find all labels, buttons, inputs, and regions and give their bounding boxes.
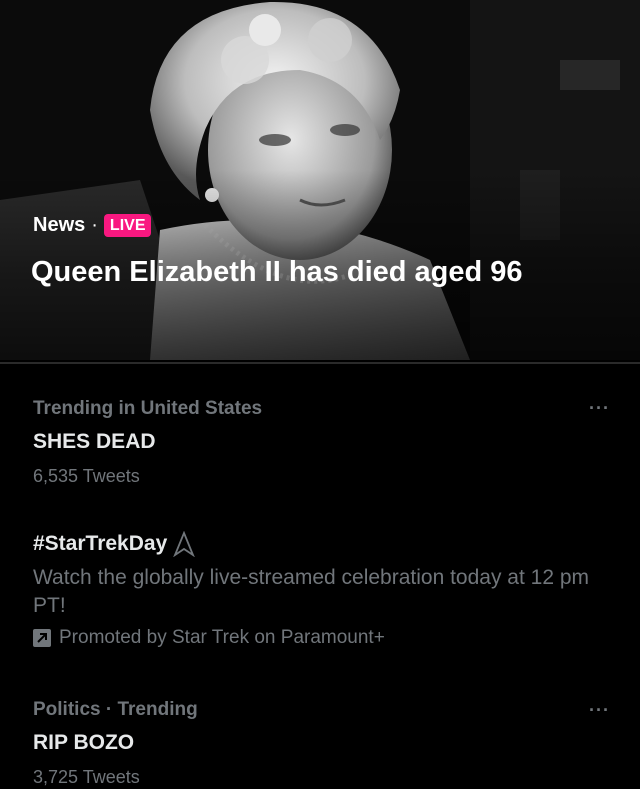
trend-description: Watch the globally live-streamed celebra…	[33, 566, 590, 617]
news-category: News	[33, 214, 86, 236]
tweet-count: 6,535 Tweets	[33, 466, 140, 486]
divider	[0, 362, 640, 364]
more-horizontal-icon[interactable]: ···	[589, 398, 610, 419]
trend-title: SHES DEAD	[33, 430, 156, 453]
promoted-text: Promoted by Star Trek on Paramount+	[59, 627, 385, 648]
trend-context: Politics · Trending	[33, 699, 198, 720]
news-headline[interactable]: Queen Elizabeth II has died aged 96	[31, 254, 591, 291]
more-horizontal-icon[interactable]: ···	[589, 700, 610, 721]
tweet-count: 3,725 Tweets	[33, 767, 140, 787]
star-trek-delta-icon	[173, 531, 196, 557]
promoted-trend-item[interactable]: #StarTrekDay Watch the globally live-str…	[33, 530, 613, 650]
trend-context: Trending in United States	[33, 398, 263, 419]
news-meta: News · LIVE	[33, 214, 152, 237]
trend-item[interactable]: Politics · Trending RIP BOZO 3,725 Tweet…	[33, 698, 613, 789]
live-badge: LIVE	[103, 214, 152, 237]
trend-title-row: #StarTrekDay	[33, 530, 613, 558]
promoted-label[interactable]: Promoted by Star Trek on Paramount+	[33, 626, 613, 650]
trend-title: RIP BOZO	[33, 731, 135, 754]
meta-separator: ·	[91, 214, 98, 236]
trend-hashtag: #StarTrekDay	[33, 532, 168, 555]
promoted-arrow-icon	[33, 629, 51, 647]
trending-news-card[interactable]: News · LIVE Queen Elizabeth II has died …	[0, 0, 640, 360]
trend-item[interactable]: Trending in United States SHES DEAD 6,53…	[33, 397, 613, 488]
